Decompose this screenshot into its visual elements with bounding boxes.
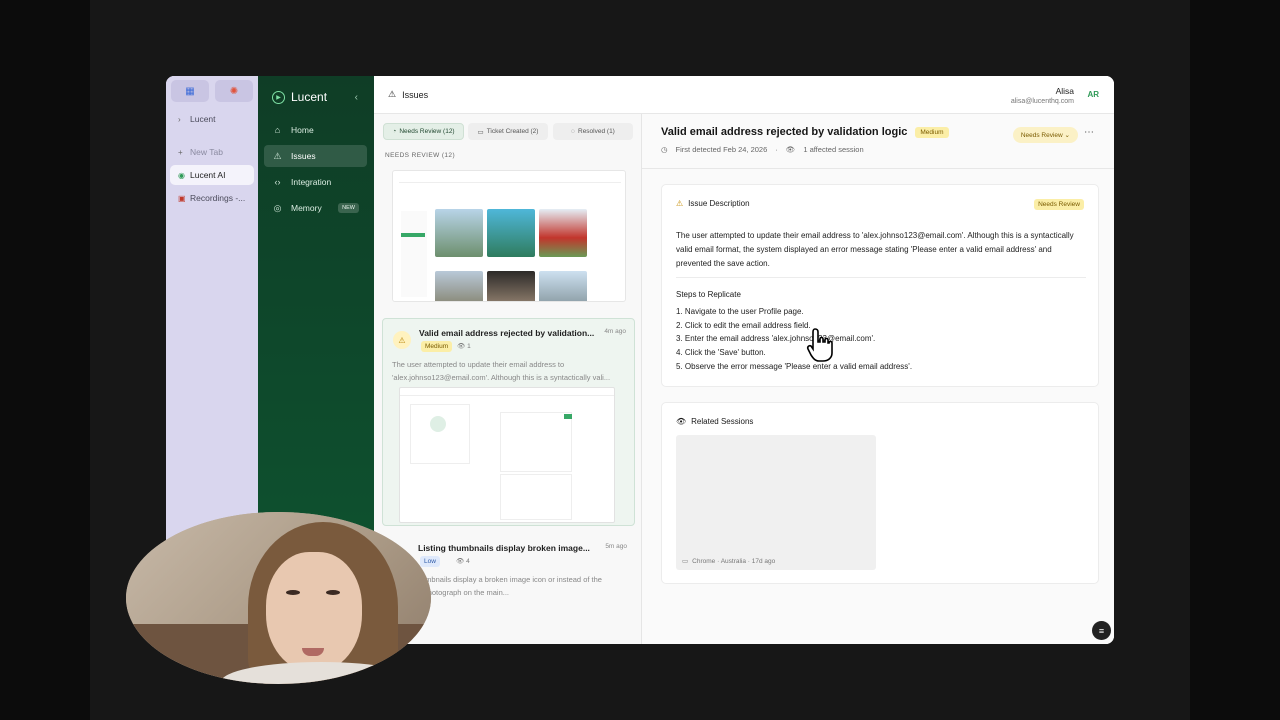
ticket-icon: ▭ [477, 128, 484, 136]
issue-title: Listing thumbnails display broken image.… [418, 543, 590, 553]
issue-description-text: The user attempted to update their email… [676, 231, 1074, 268]
check-circle-icon: ◔ [392, 128, 397, 135]
nav-item-integration[interactable]: ‹› Integration [264, 171, 367, 193]
home-icon: ⌂ [274, 125, 281, 135]
step-item: 1. Navigate to the user Profile page. [676, 307, 804, 316]
tab-ticket-created[interactable]: ▭ Ticket Created (2) [468, 123, 548, 140]
screenshot-thumbnail[interactable] [392, 170, 626, 302]
issue-description-card: ⚠ Issue Description Needs Review The use… [661, 184, 1099, 387]
plus-icon: + [178, 147, 183, 157]
tab-needs-review[interactable]: ◔ Needs Review (12) [383, 123, 464, 140]
user-info[interactable]: Alisa alisa@lucenthq.com [1011, 86, 1074, 105]
photo-thumb [487, 271, 535, 301]
tab-resolved[interactable]: ◌ Resolved (1) [553, 123, 633, 140]
app-icon: ✺ [229, 85, 239, 97]
recordings-icon: ▣ [178, 193, 186, 203]
top-bar: ⚠ Issues Alisa alisa@lucenthq.com AR [374, 76, 1114, 114]
check-circle-icon: ◌ [571, 128, 575, 135]
menu-fab-button[interactable]: ≡ [1092, 621, 1111, 640]
section-label: NEEDS REVIEW (12) [385, 152, 456, 159]
warning-icon: ⚠ [388, 89, 397, 99]
new-tab-button[interactable]: + New Tab [170, 142, 254, 162]
lucent-logo-icon: ▶ [272, 90, 285, 104]
issue-detail-title: Valid email address rejected by validati… [661, 126, 949, 138]
view-count: 👁 1 [457, 343, 471, 350]
session-meta: ▭ Chrome · Australia · 17d ago [682, 557, 776, 566]
photo-thumb [435, 209, 483, 257]
avatar[interactable]: AR [1087, 90, 1099, 99]
issue-time: 4m ago [604, 328, 626, 335]
photo-thumb [487, 209, 535, 257]
step-item: 4. Click the 'Save' button. [676, 348, 766, 358]
clock-icon: ◷ [661, 145, 668, 154]
step-item: 2. Click to edit the email address field… [676, 320, 811, 330]
main-panel: ⚠ Issues Alisa alisa@lucenthq.com AR ◔ N… [374, 76, 1114, 644]
view-count: 👁 4 [456, 558, 470, 565]
new-badge: NEW [338, 203, 359, 213]
warning-icon: ⚠ [273, 150, 282, 161]
related-sessions-card: 👁 Related Sessions ▭ Chrome · Australia … [661, 402, 1099, 584]
mini-sidebar [401, 211, 427, 297]
photo-thumb [539, 271, 587, 301]
photo-thumb [539, 209, 587, 257]
issue-detail: Valid email address rejected by validati… [642, 114, 1114, 644]
webcam-overlay [126, 512, 431, 684]
divider [676, 277, 1086, 278]
issue-title: Valid email address rejected by validati… [419, 328, 594, 338]
session-thumbnail[interactable] [676, 435, 876, 570]
pinned-tab-app[interactable]: ✺ [215, 80, 253, 102]
video-icon: ▭ [682, 558, 689, 565]
photo-thumb [435, 271, 483, 301]
card-heading: ⚠ Issue Description [676, 199, 750, 208]
severity-badge: Medium [915, 126, 949, 138]
status-badge: Needs Review [1034, 199, 1084, 210]
divider [642, 168, 1114, 169]
steps-heading: Steps to Replicate [676, 290, 741, 299]
warning-icon: ⚠ [676, 199, 684, 208]
step-item: 3. Enter the email address 'alex.johnso1… [676, 334, 876, 344]
calendar-icon: ▦ [185, 85, 195, 97]
sidebar-tab-lucent-ai[interactable]: ◉ Lucent AI [170, 165, 254, 185]
user-email: alisa@lucenthq.com [1010, 98, 1074, 105]
nav-item-issues[interactable]: ⚠ Issues [264, 145, 367, 167]
eye-icon: 👁 [785, 145, 796, 154]
issue-meta: ◷ First detected Feb 24, 2026 · 👁 1 affe… [661, 145, 864, 154]
severity-badge: Medium [421, 341, 453, 352]
brand[interactable]: ▶ Lucent [272, 90, 327, 104]
sidebar-tab-recordings[interactable]: ▣ Recordings -... [170, 188, 254, 208]
issue-description: The user attempted to update their email… [392, 360, 611, 382]
collapse-sidebar-icon[interactable]: ‹ [355, 92, 358, 103]
mini-header [399, 175, 621, 183]
hand-cursor-icon [806, 328, 833, 362]
screenshot-thumbnail[interactable] [399, 387, 615, 523]
steps-list: 1. Navigate to the user Profile page. 2.… [676, 305, 912, 374]
sidebar-tab-lucent[interactable]: › Lucent [170, 109, 254, 129]
app-icon: ◉ [178, 170, 185, 180]
card-heading: 👁 Related Sessions [676, 417, 754, 426]
status-dropdown[interactable]: Needs Review ⌄ [1012, 127, 1078, 143]
more-options-icon[interactable]: ⋯ [1084, 127, 1094, 138]
eye-icon: 👁 [676, 417, 687, 426]
eye-icon: 👁 [456, 558, 465, 565]
warning-icon: ⚠ [393, 331, 411, 349]
user-name: Alisa [1055, 86, 1074, 96]
nav-item-home[interactable]: ⌂ Home [264, 119, 367, 141]
step-item: 5. Observe the error message 'Please ent… [676, 361, 913, 371]
code-icon: ‹› [274, 177, 281, 187]
memory-icon: ◎ [273, 202, 282, 213]
menu-icon: ≡ [1098, 625, 1105, 636]
eye-icon: 👁 [457, 343, 466, 350]
chevron-down-icon: ⌄ [1064, 132, 1070, 139]
nav-item-memory[interactable]: ◎ Memory NEW [264, 197, 367, 219]
chevron-right-icon: › [178, 114, 181, 124]
page-title: ⚠ Issues [388, 89, 429, 100]
issue-time: 5m ago [605, 543, 627, 550]
pinned-tab-calendar[interactable]: ▦ [171, 80, 209, 102]
issue-card-selected[interactable]: ⚠ Valid email address rejected by valida… [382, 318, 635, 526]
